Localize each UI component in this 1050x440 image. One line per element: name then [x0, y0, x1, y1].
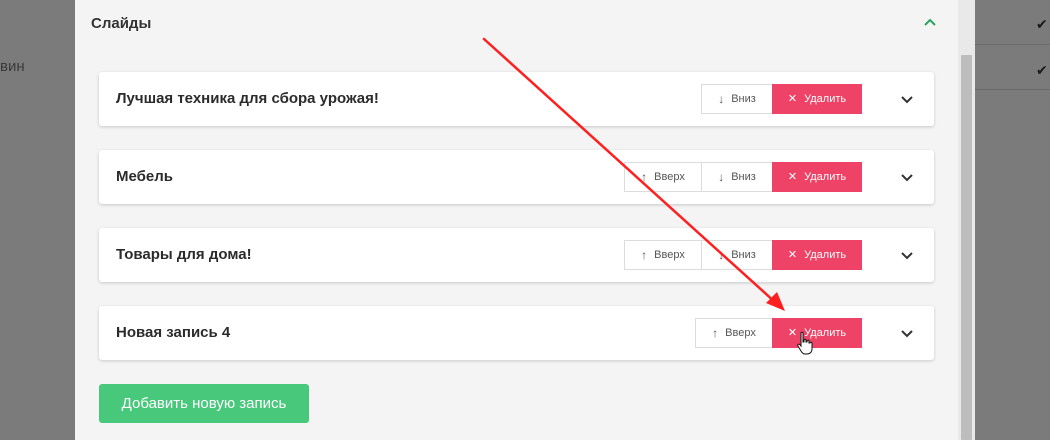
- slide-card: Мебель ↑ Вверх ↓ Вниз ✕ Удалить: [99, 150, 934, 204]
- delete-label: Удалить: [804, 93, 847, 105]
- close-icon: ✕: [787, 326, 798, 339]
- delete-button[interactable]: ✕ Удалить: [772, 240, 862, 270]
- move-down-label: Вниз: [731, 93, 756, 105]
- move-up-label: Вверх: [654, 171, 685, 183]
- slide-title: Товары для дома!: [116, 246, 252, 263]
- delete-button[interactable]: ✕ Удалить: [772, 162, 862, 192]
- delete-label: Удалить: [804, 249, 847, 261]
- move-up-label: Вверх: [725, 327, 756, 339]
- background-row-divider: [975, 44, 1050, 45]
- move-up-button[interactable]: ↑ Вверх: [624, 240, 702, 270]
- chevron-up-icon[interactable]: [922, 14, 938, 30]
- arrow-down-icon: ↓: [718, 170, 725, 184]
- check-icon: ✔: [1036, 16, 1048, 32]
- chevron-down-icon[interactable]: [899, 91, 915, 107]
- arrow-up-icon: ↑: [641, 170, 648, 184]
- arrow-up-icon: ↑: [712, 326, 719, 340]
- slide-title: Новая запись 4: [116, 324, 231, 341]
- move-up-label: Вверх: [654, 249, 685, 261]
- move-down-button[interactable]: ↓ Вниз: [701, 162, 773, 192]
- move-down-button[interactable]: ↓ Вниз: [701, 240, 773, 270]
- section-title: Слайды: [91, 15, 152, 32]
- close-icon: ✕: [787, 248, 798, 261]
- slide-title: Лучшая техника для сбора урожая!: [116, 90, 379, 107]
- move-down-button[interactable]: ↓ Вниз: [701, 84, 773, 114]
- slide-card: Новая запись 4 ↑ Вверх ✕ Удалить: [99, 306, 934, 360]
- close-icon: ✕: [787, 92, 798, 105]
- chevron-down-icon[interactable]: [899, 169, 915, 185]
- delete-label: Удалить: [804, 171, 847, 183]
- scrollbar-thumb[interactable]: [961, 55, 972, 440]
- close-icon: ✕: [787, 170, 798, 183]
- background-row-divider: [975, 89, 1050, 90]
- slide-card: Товары для дома! ↑ Вверх ↓ Вниз ✕ Удалит…: [99, 228, 934, 282]
- background-text: вин: [0, 58, 25, 75]
- delete-button[interactable]: ✕ Удалить: [772, 84, 862, 114]
- slides-modal: [75, 0, 975, 440]
- check-icon: ✔: [1036, 62, 1048, 78]
- delete-button[interactable]: ✕ Удалить: [772, 318, 862, 348]
- chevron-down-icon[interactable]: [899, 247, 915, 263]
- move-up-button[interactable]: ↑ Вверх: [624, 162, 702, 192]
- move-up-button[interactable]: ↑ Вверх: [695, 318, 773, 348]
- arrow-down-icon: ↓: [718, 92, 725, 106]
- move-down-label: Вниз: [731, 171, 756, 183]
- chevron-down-icon[interactable]: [899, 325, 915, 341]
- slide-title: Мебель: [116, 168, 173, 185]
- arrow-down-icon: ↓: [718, 248, 725, 262]
- slide-card: Лучшая техника для сбора урожая! ↓ Вниз …: [99, 72, 934, 126]
- add-record-button[interactable]: Добавить новую запись: [99, 384, 309, 423]
- delete-label: Удалить: [804, 327, 847, 339]
- arrow-up-icon: ↑: [641, 248, 648, 262]
- move-down-label: Вниз: [731, 249, 756, 261]
